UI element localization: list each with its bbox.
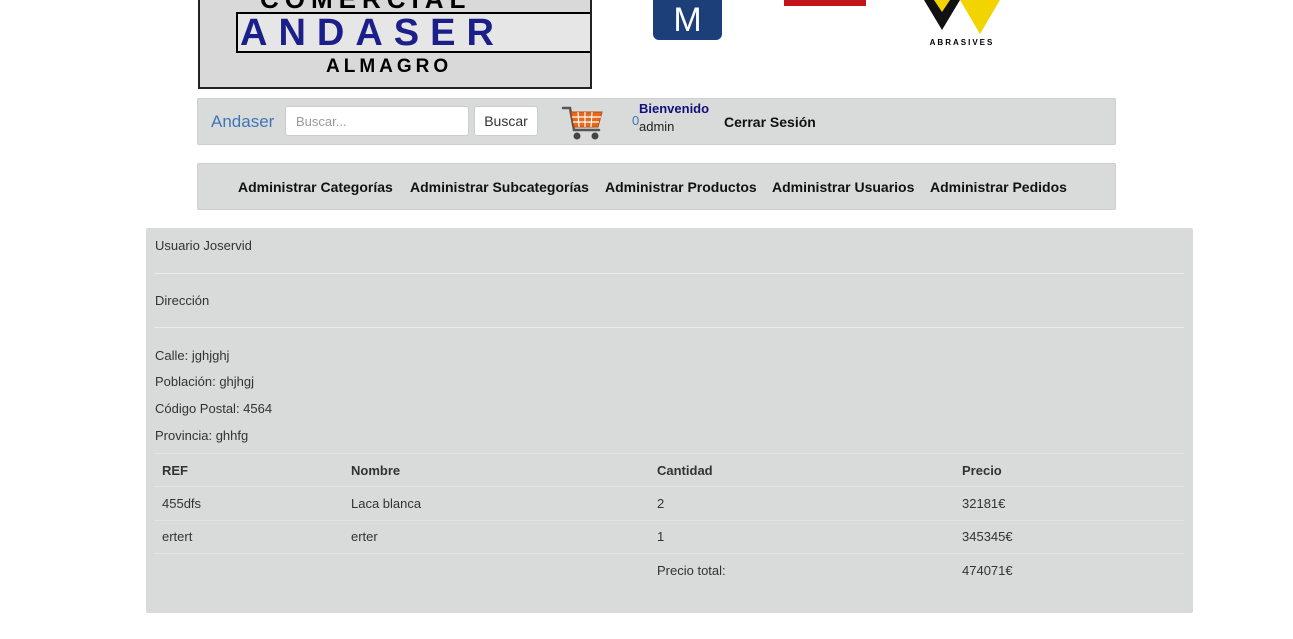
address-postal-code: Código Postal: 4564 (155, 401, 273, 416)
logo-brand-text: ANDASER (240, 12, 505, 54)
divider (154, 327, 1184, 328)
table-row-border (154, 520, 1184, 521)
cell-precio: 32181€ (962, 496, 1006, 511)
column-header-cantidad: Cantidad (657, 463, 713, 478)
andaser-logo: COMERCIAL ANDASER ALMAGRO (198, 0, 592, 89)
cell-ref: 455dfs (162, 496, 202, 511)
partner-logo-m: M (653, 0, 722, 40)
admin-users-link[interactable]: Administrar Usuarios (772, 179, 914, 195)
table-row-border (154, 486, 1184, 487)
partner-logo-red (784, 0, 866, 6)
table-top-border (154, 453, 1184, 454)
top-navbar: Andaser Buscar 0 Bienvenido admin Cerrar… (197, 98, 1116, 145)
column-header-ref: REF (162, 463, 188, 478)
shopping-cart-icon[interactable] (561, 102, 605, 142)
address-province: Provincia: ghhfg (155, 428, 249, 443)
address-street: Calle: jghjghj (155, 348, 230, 363)
order-detail-panel: Usuario Joservid Dirección Calle: jghjgh… (146, 228, 1193, 613)
admin-categories-link[interactable]: Administrar Categorías (238, 179, 393, 195)
username-text: admin (639, 119, 675, 134)
cell-cantidad: 1 (657, 529, 665, 544)
partner-logo-sia: ABRASIVES (920, 0, 1004, 50)
divider (154, 273, 1184, 274)
navbar-brand-link[interactable]: Andaser (211, 112, 274, 132)
total-value: 474071€ (962, 563, 1013, 578)
table-row-border (154, 553, 1184, 554)
logout-link[interactable]: Cerrar Sesión (724, 114, 816, 130)
cell-nombre: Laca blanca (351, 496, 422, 511)
search-button[interactable]: Buscar (474, 106, 538, 136)
address-heading: Dirección (155, 293, 210, 308)
cell-precio: 345345€ (962, 529, 1013, 544)
cell-cantidad: 2 (657, 496, 665, 511)
total-label: Precio total: (657, 563, 726, 578)
admin-menu: Administrar Categorías Administrar Subca… (197, 163, 1116, 210)
cell-ref: ertert (162, 529, 193, 544)
welcome-text: Bienvenido (639, 101, 710, 116)
address-town: Población: ghjhgj (155, 374, 255, 389)
sia-triangles-icon (924, 0, 1000, 34)
admin-subcategories-link[interactable]: Administrar Subcategorías (410, 179, 589, 195)
column-header-precio: Precio (962, 463, 1002, 478)
admin-orders-link[interactable]: Administrar Pedidos (930, 179, 1067, 195)
logo-city-text: ALMAGRO (326, 56, 453, 77)
search-input[interactable] (285, 106, 469, 136)
sia-caption: ABRASIVES (929, 38, 995, 47)
column-header-nombre: Nombre (351, 463, 401, 478)
cell-nombre: erter (351, 529, 378, 544)
admin-products-link[interactable]: Administrar Productos (605, 179, 757, 195)
order-user: Usuario Joservid (155, 238, 252, 253)
